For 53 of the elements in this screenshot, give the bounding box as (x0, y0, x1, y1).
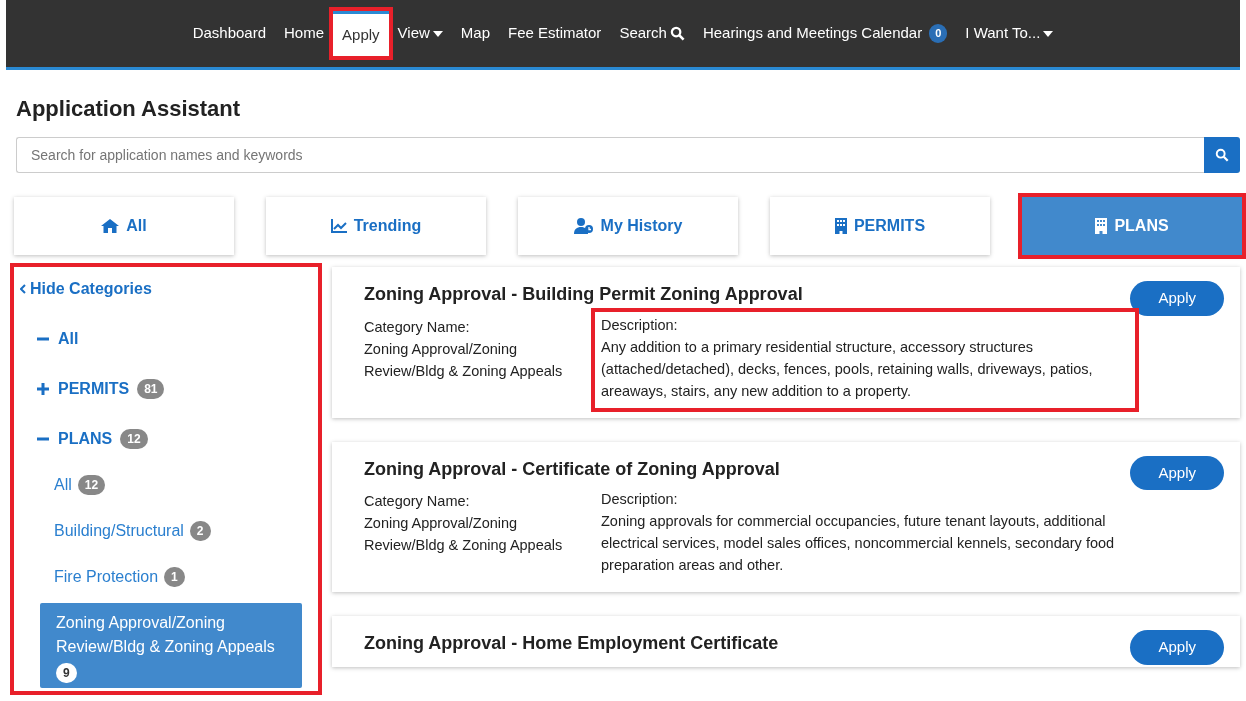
nav-link[interactable]: Dashboard (183, 12, 275, 55)
nav-link[interactable]: Hearings and Meetings Calendar 0 (693, 12, 957, 55)
count-badge: 81 (137, 379, 165, 399)
category-tab[interactable]: PERMITS (770, 197, 990, 255)
field-label: Category Name: (364, 492, 471, 511)
search-icon (1215, 148, 1229, 162)
page-title: Application Assistant (16, 95, 242, 123)
description-text: Zoning approvals for commercial occupancies, future tenant layouts, additional electrical services, model sales offices, noncommercial kennels, secondary food preparation areas and other. (601, 512, 1116, 575)
count-badge: 1 (164, 567, 185, 587)
field-label: Description: (601, 490, 679, 509)
apply-button[interactable]: Apply (1130, 281, 1224, 316)
nav-link[interactable]: Home (275, 12, 334, 55)
hide-categories-link[interactable]: Hide Categories (20, 277, 152, 301)
category-text: Zoning Approval/Zoning Review/Bldg & Zoning Appeals (364, 339, 564, 381)
category-item[interactable]: PLANS 12 (36, 427, 148, 451)
subcategory-item[interactable]: All 12 (54, 473, 106, 497)
search-button[interactable] (1204, 137, 1240, 173)
count-badge: 12 (77, 475, 106, 495)
count-badge: 9 (56, 663, 77, 683)
caret-icon (432, 30, 443, 37)
count-badge: 12 (120, 429, 148, 449)
count-badge: 2 (189, 521, 211, 541)
building-icon (1095, 218, 1108, 234)
result-title: Zoning Approval - Certificate of Zoning Approval (364, 457, 780, 481)
nav-link[interactable]: Map (451, 12, 499, 55)
home-icon (101, 219, 120, 233)
result-title: Zoning Approval - Building Permit Zoning Approval (364, 283, 803, 306)
nav-link[interactable]: View (388, 12, 452, 55)
nav-link[interactable]: I Want To... (956, 12, 1063, 55)
description-text: Any addition to a primary residential structure, accessory structures (attached/detached), decks, fences, pools, retaining walls, driveways, patios, areaways, stairs, any new addition to a property. (601, 337, 1094, 401)
building-icon (834, 218, 847, 234)
category-item[interactable]: All (36, 327, 79, 351)
nav-link[interactable]: Fee Estimator (499, 12, 611, 55)
apply-button[interactable]: Apply (1130, 630, 1224, 665)
subcategory-item[interactable]: Fire Protection 1 (54, 565, 185, 589)
chart-icon (330, 219, 347, 233)
category-item[interactable]: PERMITS 81 (36, 377, 165, 401)
category-tab[interactable]: Trending (266, 197, 486, 255)
category-tab[interactable]: My History (518, 197, 738, 255)
subcategory-item[interactable]: Zoning Approval/Zoning Review/Bldg & Zoning Appeals 9 (40, 603, 302, 688)
nav-link[interactable]: Search (610, 12, 694, 55)
apply-button[interactable]: Apply (1130, 455, 1224, 490)
chevron-icon (20, 284, 26, 294)
field-label: Category Name: (364, 317, 471, 337)
result-title: Zoning Approval - Home Employment Certificate (364, 632, 779, 655)
category-text: Zoning Approval/Zoning Review/Bldg & Zoning Appeals (364, 514, 564, 555)
category-tab[interactable]: All (14, 197, 234, 255)
field-label: Description: (601, 315, 679, 335)
user-icon (573, 218, 594, 234)
search-icon (669, 26, 685, 41)
subcategory-item[interactable]: Building/Structural 2 (54, 519, 211, 543)
count-badge: 0 (929, 24, 948, 43)
caret-icon (1043, 30, 1054, 37)
